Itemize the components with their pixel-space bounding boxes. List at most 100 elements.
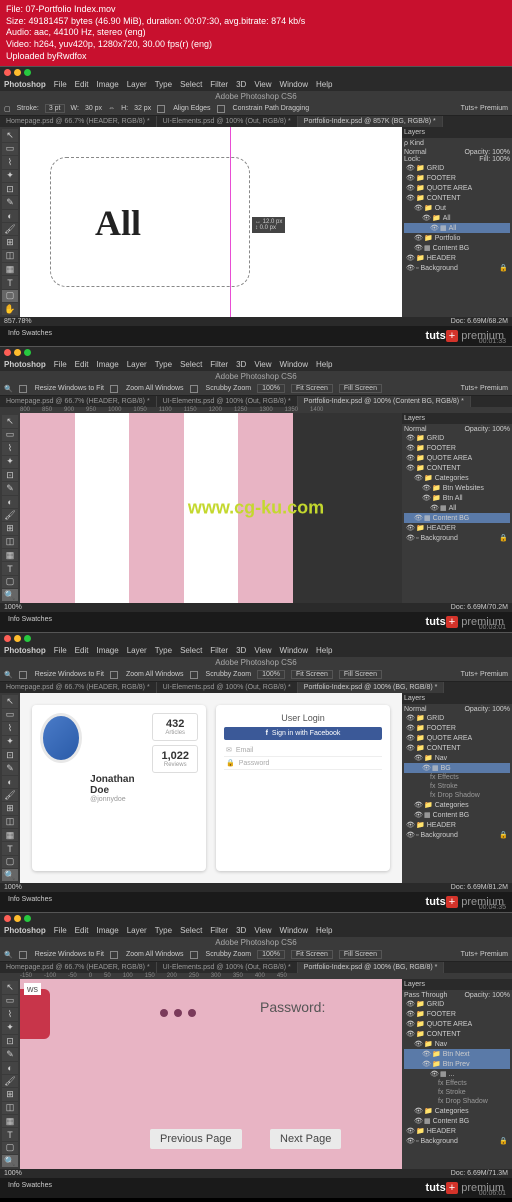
- align-checkbox[interactable]: [157, 105, 165, 113]
- maximize-button[interactable]: [24, 915, 31, 922]
- canvas[interactable]: ws Password: Previous Page Next Page: [20, 979, 402, 1169]
- shape-selection[interactable]: [50, 157, 250, 287]
- crop-tool[interactable]: ⊡: [2, 183, 18, 195]
- filter-kind[interactable]: ρ Kind: [404, 140, 424, 147]
- zoom-tool[interactable]: 🔍: [2, 589, 18, 601]
- marquee-tool[interactable]: ▭: [2, 143, 18, 155]
- tab-homepage[interactable]: Homepage.psd @ 66.7% (HEADER, RGB/8) *: [0, 116, 157, 127]
- layer-background[interactable]: 👁▫Background🔒: [404, 263, 510, 273]
- layer-item[interactable]: 👁📁GRID: [404, 163, 510, 173]
- zoom-tool-icon[interactable]: 🔍: [4, 385, 13, 393]
- profile-name: Jonathan Doe: [90, 774, 144, 796]
- layer-item[interactable]: 👁📁CONTENT: [404, 193, 510, 203]
- maximize-button[interactable]: [24, 69, 31, 76]
- menu-3d[interactable]: 3D: [236, 80, 246, 89]
- maximize-button[interactable]: [24, 349, 31, 356]
- menu-window[interactable]: Window: [280, 80, 308, 89]
- link-icon[interactable]: ⇔: [108, 105, 115, 112]
- menu-photoshop[interactable]: Photoshop: [4, 80, 46, 89]
- close-button[interactable]: [4, 69, 11, 76]
- fill-value[interactable]: 100%: [492, 156, 510, 163]
- menu-file[interactable]: File: [54, 80, 67, 89]
- canvas[interactable]: [20, 413, 402, 603]
- toolbox: ↖▭⌇✦⊡✎◐🖌⊞◫▦T▢🔍: [0, 413, 20, 603]
- visibility-icon[interactable]: 👁: [406, 164, 414, 172]
- facebook-button[interactable]: fSign in with Facebook: [224, 727, 382, 740]
- stamp-tool[interactable]: ⊞: [2, 236, 18, 248]
- rectangle-tool[interactable]: ▢: [2, 290, 18, 302]
- menu-type[interactable]: Type: [155, 80, 172, 89]
- next-button[interactable]: Next Page: [270, 1129, 341, 1149]
- stroke-label: Stroke:: [17, 105, 39, 112]
- menubar: Photoshop File Edit Image Layer Type Sel…: [0, 78, 512, 91]
- type-tool[interactable]: T: [2, 276, 18, 288]
- layer-item-selected[interactable]: 👁▦All: [404, 223, 510, 233]
- stroke-value[interactable]: 3 pt: [45, 104, 65, 113]
- minimize-button[interactable]: [14, 915, 21, 922]
- wand-tool[interactable]: ✦: [2, 170, 18, 182]
- swatches-label[interactable]: Info Swatches: [8, 330, 52, 337]
- menu-filter[interactable]: Filter: [210, 80, 228, 89]
- lasso-tool[interactable]: ⌇: [2, 156, 18, 168]
- canvas[interactable]: Jonathan Doe @jonnydoe 432Articles 1,022…: [20, 693, 402, 883]
- layer-item[interactable]: 👁▦Content BG: [404, 243, 510, 253]
- canvas[interactable]: All ↔ 12.0 px ↕ 0.0 px: [20, 127, 402, 317]
- rect-tool-icon[interactable]: ▢: [4, 105, 11, 113]
- gradient-tool[interactable]: ▦: [2, 263, 18, 275]
- blend-mode[interactable]: Normal: [404, 149, 427, 156]
- layer-item[interactable]: 👁📁QUOTE AREA: [404, 183, 510, 193]
- minimize-button[interactable]: [14, 69, 21, 76]
- layer-item[interactable]: 👁📁Out: [404, 203, 510, 213]
- heal-tool[interactable]: ◐: [2, 210, 18, 222]
- hand-tool[interactable]: ✋: [2, 303, 18, 315]
- status-bar: 857.78% Doc: 6.69M/68.2M: [0, 317, 512, 326]
- profile-handle: @jonnydoe: [90, 796, 144, 803]
- move-tool[interactable]: ↖: [2, 129, 18, 141]
- fx-icon[interactable]: fx: [430, 774, 435, 781]
- constrain-checkbox[interactable]: [217, 105, 225, 113]
- minimize-button[interactable]: [14, 635, 21, 642]
- file-name: File: 07-Portfolio Index.mov: [6, 4, 506, 16]
- resize-checkbox[interactable]: [19, 385, 27, 393]
- email-field[interactable]: ✉Email: [224, 744, 382, 757]
- maximize-button[interactable]: [24, 635, 31, 642]
- close-button[interactable]: [4, 635, 11, 642]
- previous-button[interactable]: Previous Page: [150, 1129, 242, 1149]
- eyedropper-tool[interactable]: ✎: [2, 196, 18, 208]
- doc-size: Doc: 6.69M/68.2M: [451, 318, 508, 325]
- close-button[interactable]: [4, 349, 11, 356]
- tab-portfolio[interactable]: Portfolio-Index.psd @ 857K (BG, RGB/8) *: [298, 116, 443, 127]
- scrubby-checkbox[interactable]: [190, 385, 198, 393]
- lock-icon: 🔒: [499, 264, 508, 272]
- layer-item[interactable]: 👁📁Portfolio: [404, 233, 510, 243]
- eraser-tool[interactable]: ◫: [2, 250, 18, 262]
- menu-view[interactable]: View: [254, 80, 271, 89]
- photoshop-window-4: PhotoshopFileEditImageLayerTypeSelectFil…: [0, 912, 512, 1198]
- blend-mode[interactable]: Pass Through: [404, 992, 447, 999]
- zoomall-checkbox[interactable]: [110, 385, 118, 393]
- menu-image[interactable]: Image: [96, 80, 118, 89]
- layers-tab[interactable]: Layers: [404, 129, 425, 136]
- guide-vertical[interactable]: [230, 127, 231, 317]
- menu-select[interactable]: Select: [180, 80, 202, 89]
- menu-help[interactable]: Help: [316, 80, 332, 89]
- layer-item[interactable]: 👁📁All: [404, 213, 510, 223]
- password-field[interactable]: 🔒Password: [224, 757, 382, 770]
- opacity-value[interactable]: 100%: [492, 149, 510, 156]
- align-label: Align Edges: [173, 105, 210, 112]
- brush-tool[interactable]: 🖌: [2, 223, 18, 235]
- w-value[interactable]: 30 px: [85, 105, 102, 112]
- tab-ui-elements[interactable]: UI-Elements.psd @ 100% (Out, RGB/8) *: [157, 116, 298, 127]
- menu-layer[interactable]: Layer: [127, 80, 147, 89]
- workspace-switcher[interactable]: Tuts+ Premium: [461, 105, 508, 112]
- minimize-button[interactable]: [14, 349, 21, 356]
- layer-item[interactable]: 👁📁HEADER: [404, 253, 510, 263]
- close-button[interactable]: [4, 915, 11, 922]
- fill-button[interactable]: Fill Screen: [339, 384, 382, 393]
- zoom-level[interactable]: 857.78%: [4, 318, 32, 325]
- layer-item[interactable]: 👁📁FOOTER: [404, 173, 510, 183]
- menu-edit[interactable]: Edit: [75, 80, 89, 89]
- fit-button[interactable]: Fit Screen: [291, 384, 333, 393]
- h-value[interactable]: 32 px: [134, 105, 151, 112]
- zoom-100-button[interactable]: 100%: [257, 384, 285, 393]
